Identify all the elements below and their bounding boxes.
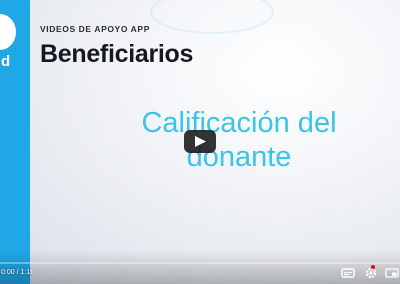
progress-bar[interactable] [0, 262, 400, 264]
miniplayer-button[interactable] [385, 266, 399, 280]
captions-button[interactable] [341, 266, 355, 280]
captions-icon [341, 268, 355, 278]
controls-overlay [0, 250, 400, 284]
video-kicker: VIDEOS DE APOYO APP [40, 24, 150, 34]
play-icon [195, 136, 206, 147]
sidebar-letter: d [1, 53, 11, 70]
time-display: 0:00 / 1:16 [1, 269, 35, 276]
video-title: Beneficiarios [40, 40, 194, 68]
video-subtitle: Calificación del donante [108, 106, 370, 174]
miniplayer-icon [385, 268, 399, 278]
subtitle-line-1: Calificación del [141, 107, 337, 139]
play-button[interactable] [184, 130, 216, 153]
video-player[interactable]: d VIDEOS DE APOYO APP Beneficiarios Cali… [0, 0, 400, 284]
background-decoration [150, 0, 274, 34]
logo-circle [0, 14, 16, 50]
brand-sidebar: d [0, 0, 30, 284]
hd-badge [371, 265, 375, 269]
subtitle-line-2: donante [186, 141, 292, 173]
